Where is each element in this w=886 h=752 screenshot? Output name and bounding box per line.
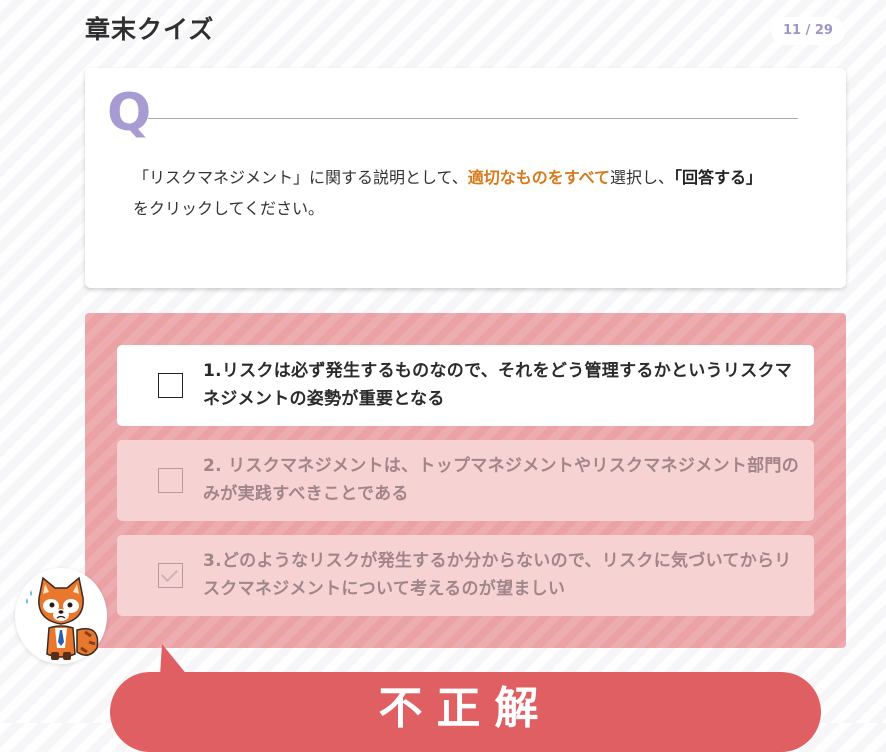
checkbox-icon[interactable] — [158, 373, 183, 398]
checkbox-icon[interactable] — [158, 468, 183, 493]
question-divider — [148, 118, 798, 119]
answer-option-label: 1.リスクは必ず発生するものなので、それをどう管理するかというリスクマネジメント… — [203, 361, 793, 409]
red-panda-mascot-icon — [26, 576, 99, 660]
answer-option-label: 3.どのようなリスクが発生するか分からないので、リスクに気づいてからリスクマネジ… — [203, 551, 792, 599]
question-text-part1: 「リスクマネジメント」に関する説明として、 — [133, 168, 468, 187]
mascot-avatar — [15, 568, 107, 664]
answer-option-1[interactable]: 1.リスクは必ず発生するものなので、それをどう管理するかというリスクマネジメント… — [117, 345, 814, 426]
question-text-part2: 選択し、 — [609, 168, 674, 187]
answer-panel: 1.リスクは必ず発生するものなので、それをどう管理するかというリスクマネジメント… — [85, 313, 846, 648]
question-answer-button-ref: 「回答する」 — [674, 168, 763, 187]
page-title: 章末クイズ — [85, 15, 215, 44]
result-banner: 不正解 — [110, 672, 821, 752]
answer-option-3[interactable]: 3.どのようなリスクが発生するか分からないので、リスクに気づいてからリスクマネジ… — [117, 535, 814, 616]
checkbox-icon[interactable] — [158, 563, 183, 588]
question-text: 「リスクマネジメント」に関する説明として、適切なものをすべて選択し、「回答する」… — [133, 162, 823, 224]
answer-option-2[interactable]: 2. リスクマネジメントは、トップマネジメントやリスクマネジメント部門のみが実践… — [117, 440, 814, 521]
question-highlight: 適切なものをすべて — [467, 168, 610, 187]
question-counter: 11 / 29 — [771, 17, 845, 45]
question-letter: Q — [107, 83, 152, 143]
check-icon — [161, 565, 178, 582]
answer-option-label: 2. リスクマネジメントは、トップマネジメントやリスクマネジメント部門のみが実践… — [203, 456, 800, 504]
question-card: Q 「リスクマネジメント」に関する説明として、適切なものをすべて選択し、「回答す… — [85, 68, 846, 288]
question-text-part3: をクリックしてください。 — [133, 199, 325, 218]
